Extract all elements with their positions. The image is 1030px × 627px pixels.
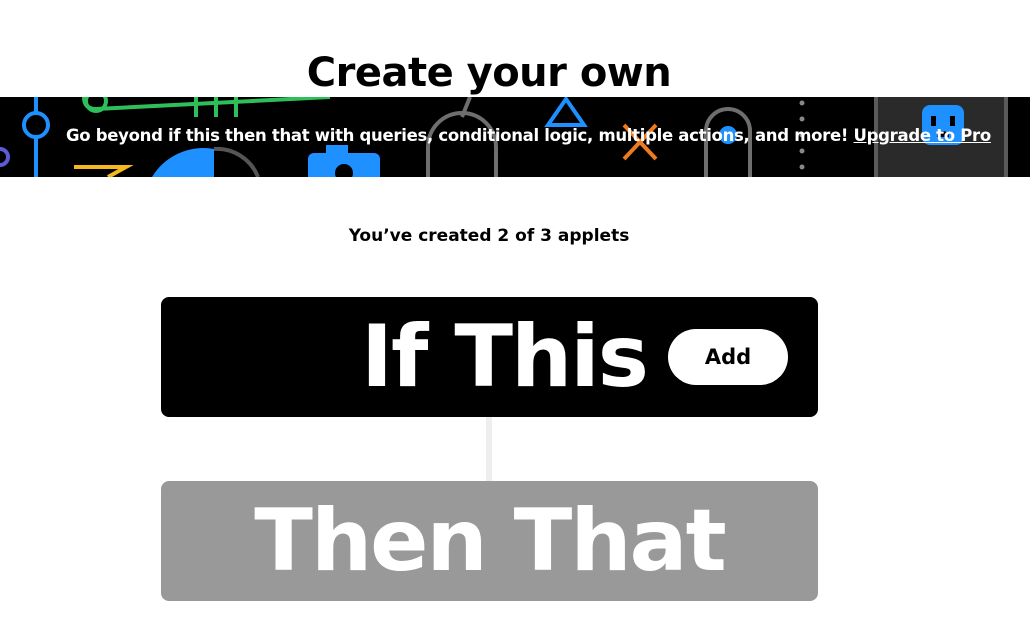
upgrade-to-pro-link[interactable]: Upgrade to Pro [854, 126, 992, 145]
page: Create your own Go beyond if this then t… [0, 0, 1030, 627]
upgrade-banner: Go beyond if this then that with queries… [0, 97, 1030, 177]
banner-message: Go beyond if this then that with queries… [66, 124, 991, 148]
then-that-label: Then That [254, 491, 726, 591]
if-this-card: If This Add [161, 297, 818, 417]
banner-text: Go beyond if this then that with queries… [66, 126, 849, 145]
connector-line [486, 417, 492, 481]
add-trigger-button[interactable]: Add [668, 329, 788, 385]
then-that-card: Then That [161, 481, 818, 601]
applet-count: You’ve created 2 of 3 applets [348, 226, 630, 246]
if-this-label: If This [361, 307, 649, 407]
page-title: Create your own [306, 49, 672, 96]
